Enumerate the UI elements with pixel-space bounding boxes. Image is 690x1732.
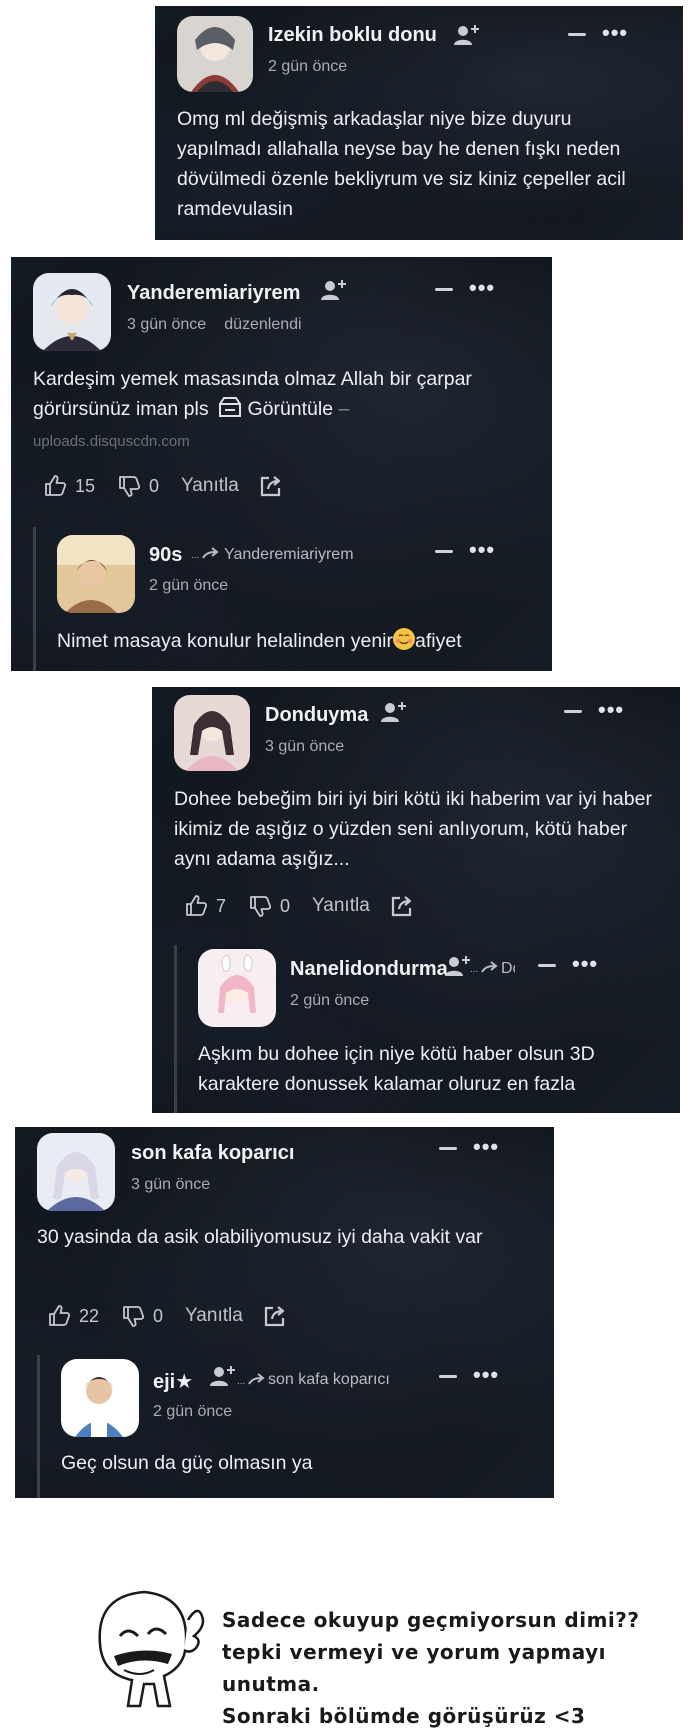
like-icon[interactable] bbox=[47, 1304, 71, 1328]
timestamp: 3 gün önce düzenlendi bbox=[127, 316, 302, 334]
collapse-icon[interactable] bbox=[435, 550, 453, 553]
comment-text-content: Nimet masaya konulur helalinden yenir bbox=[57, 630, 394, 652]
share-icon[interactable] bbox=[259, 474, 283, 498]
more-options-icon[interactable]: ••• bbox=[572, 953, 598, 975]
username[interactable]: eji★ bbox=[153, 1369, 193, 1394]
timestamp: 2 gün önce bbox=[290, 992, 370, 1009]
edited-label: düzenlendi bbox=[224, 316, 302, 333]
follow-user-icon[interactable] bbox=[453, 24, 481, 46]
footer-line: tepki vermeyi ve yorum yapmayı unutma. bbox=[222, 1640, 606, 1696]
reply-button[interactable]: Yanıtla bbox=[312, 895, 370, 917]
view-image-link[interactable]: Görüntüle bbox=[247, 398, 333, 420]
share-icon[interactable] bbox=[263, 1304, 287, 1328]
dislike-icon[interactable] bbox=[121, 1304, 145, 1328]
comment-card: Yanderemiariyrem ••• 3 gün önce düzenlend… bbox=[11, 257, 552, 671]
username[interactable]: son kafa koparıcı bbox=[131, 1142, 294, 1165]
avatar[interactable] bbox=[174, 695, 250, 771]
thread-line bbox=[174, 945, 177, 1113]
dislike-icon[interactable] bbox=[117, 474, 141, 498]
timestamp: 2 gün önce bbox=[153, 1403, 233, 1420]
timestamp-text: 3 gün önce bbox=[127, 316, 207, 333]
comment-text: Nimet masaya konulur helalinden yenir afi… bbox=[57, 626, 537, 656]
comment-text-end: afiyet bbox=[415, 630, 462, 652]
collapse-icon[interactable] bbox=[564, 710, 582, 713]
username[interactable]: Donduyma bbox=[265, 704, 368, 727]
follow-user-icon[interactable] bbox=[444, 955, 472, 977]
like-icon[interactable] bbox=[184, 894, 208, 918]
reply-to-user[interactable]: Yanderemiariyrem bbox=[224, 546, 354, 564]
comment-actions: 7 0 Yanıtla bbox=[184, 894, 414, 918]
reply-to-user[interactable]: son kafa koparıcı bbox=[268, 1371, 390, 1389]
comment-text: Omg ml değişmiş arkadaşlar niye bize duy… bbox=[177, 108, 626, 220]
collapse-icon[interactable] bbox=[568, 33, 586, 36]
attachment-url[interactable]: uploads.disquscdn.com bbox=[33, 433, 190, 450]
footer-message: Sadece okuyup geçmiyorsun dimi?? tepki v… bbox=[222, 1604, 690, 1732]
follow-user-icon[interactable] bbox=[320, 279, 348, 301]
reply-arrow-icon bbox=[470, 961, 500, 975]
comment-text: Aşkım bu dohee için niye kötü haber olsu… bbox=[198, 1043, 595, 1095]
reply-arrow-icon bbox=[237, 1373, 267, 1387]
collapse-icon[interactable] bbox=[439, 1375, 457, 1378]
comment-actions: 22 0 Yanıtla bbox=[47, 1304, 287, 1328]
reply-to-user[interactable]: Dc bbox=[501, 960, 515, 978]
comment-card: Izekin boklu donu ••• 2 gün önce Omg ml … bbox=[155, 6, 683, 240]
comment-text: Geç olsun da güç olmasın ya bbox=[61, 1452, 313, 1474]
comment-text: 30 yasinda da asik olabiliyomusuz iyi da… bbox=[37, 1226, 483, 1248]
more-options-icon[interactable]: ••• bbox=[598, 699, 624, 721]
dislike-icon[interactable] bbox=[248, 894, 272, 918]
reply-button[interactable]: Yanıtla bbox=[181, 475, 239, 497]
comment-actions: 15 0 Yanıtla bbox=[43, 474, 283, 498]
like-count: 7 bbox=[216, 895, 227, 916]
collapse-icon[interactable] bbox=[538, 964, 556, 967]
footer-line: Sonraki bölümde görüşürüz <3 bbox=[222, 1704, 586, 1728]
more-options-icon[interactable]: ••• bbox=[469, 277, 495, 299]
like-count: 22 bbox=[79, 1305, 100, 1326]
avatar[interactable] bbox=[33, 273, 111, 351]
like-count: 15 bbox=[75, 475, 96, 496]
avatar[interactable] bbox=[37, 1133, 115, 1211]
footer-line: Sadece okuyup geçmiyorsun dimi?? bbox=[222, 1608, 640, 1632]
more-options-icon[interactable]: ••• bbox=[602, 22, 628, 44]
avatar[interactable] bbox=[57, 535, 135, 613]
comment-card: son kafa koparıcı ••• 3 gün önce 30 yasi… bbox=[15, 1127, 554, 1498]
link-dash: – bbox=[338, 398, 350, 420]
reply-arrow-icon bbox=[191, 547, 221, 561]
comment-text: Dohee bebeğim biri iyi biri kötü iki hab… bbox=[174, 788, 652, 870]
blushing-emoji-icon bbox=[393, 628, 416, 650]
username[interactable]: Yanderemiariyrem bbox=[127, 282, 300, 305]
comment-text: Kardeşim yemek masasında olmaz Allah bir… bbox=[33, 364, 533, 424]
dislike-count: 0 bbox=[280, 895, 291, 916]
view-image-icon[interactable] bbox=[218, 396, 242, 418]
follow-user-icon[interactable] bbox=[209, 1365, 237, 1387]
thread-line bbox=[33, 527, 36, 671]
like-icon[interactable] bbox=[43, 474, 67, 498]
follow-user-icon[interactable] bbox=[380, 701, 408, 723]
more-options-icon[interactable]: ••• bbox=[473, 1136, 499, 1158]
more-options-icon[interactable]: ••• bbox=[473, 1364, 499, 1386]
collapse-icon[interactable] bbox=[435, 288, 453, 291]
reply-button[interactable]: Yanıtla bbox=[185, 1305, 243, 1327]
avatar[interactable] bbox=[198, 949, 276, 1027]
mascot-illustration bbox=[70, 1574, 210, 1714]
timestamp: 2 gün önce bbox=[149, 577, 229, 594]
avatar[interactable] bbox=[61, 1359, 139, 1437]
username[interactable]: 90s bbox=[149, 544, 182, 567]
share-icon[interactable] bbox=[390, 894, 414, 918]
dislike-count: 0 bbox=[153, 1305, 164, 1326]
username[interactable]: Izekin boklu donu bbox=[268, 24, 437, 47]
thread-line bbox=[37, 1355, 40, 1498]
more-options-icon[interactable]: ••• bbox=[469, 539, 495, 561]
dislike-count: 0 bbox=[149, 475, 160, 496]
comment-card: Donduyma ••• 3 gün önce Dohee bebeğim bi… bbox=[152, 687, 680, 1113]
username[interactable]: Nanelidondurma bbox=[290, 958, 448, 981]
timestamp: 2 gün önce bbox=[268, 58, 348, 75]
collapse-icon[interactable] bbox=[439, 1147, 457, 1150]
timestamp: 3 gün önce bbox=[131, 1176, 211, 1193]
avatar[interactable] bbox=[177, 16, 253, 92]
timestamp: 3 gün önce bbox=[265, 738, 345, 755]
